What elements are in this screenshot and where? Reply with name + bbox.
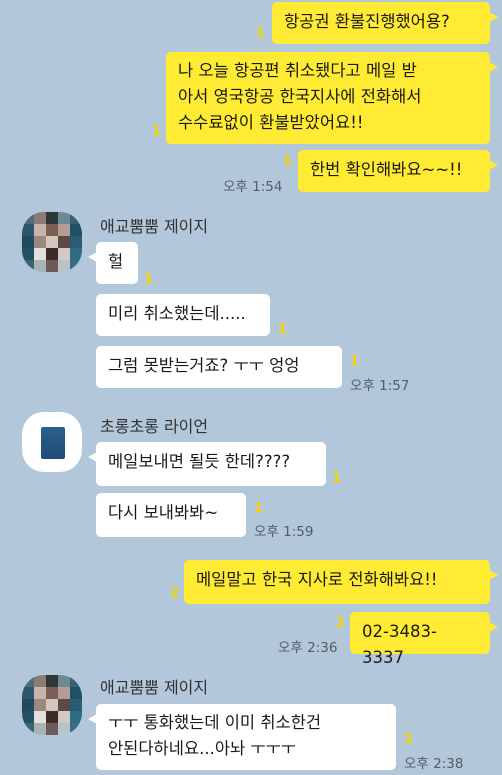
their-message-bubble[interactable]: 헐 xyxy=(88,242,138,284)
unread-count: 1 xyxy=(256,26,266,41)
unread-count: 2 xyxy=(336,616,346,631)
unread-count: 2 xyxy=(404,732,414,747)
unread-count: 1 xyxy=(144,272,154,287)
their-message-bubble[interactable]: 그럼 못받는거죠? ㅜㅜ 엉엉 xyxy=(96,346,342,388)
my-message-bubble[interactable]: 나 오늘 항공편 취소됐다고 메일 받 아서 영국항공 한국지사에 전화해서 수… xyxy=(166,52,498,144)
avatar-image xyxy=(41,427,65,459)
message-time: 오후 2:38 xyxy=(404,756,464,772)
unread-count: 1 xyxy=(278,322,288,337)
unread-count: 1 xyxy=(152,124,162,139)
message-time: 오후 1:54 xyxy=(223,179,283,195)
my-message-bubble[interactable]: 한번 확인해봐요~~!! xyxy=(298,150,498,192)
unread-count: 1 xyxy=(254,501,264,516)
message-time: 오후 1:59 xyxy=(254,524,314,540)
profile-avatar[interactable] xyxy=(22,412,82,472)
my-message-bubble[interactable]: 항공권 환불진행했어용? xyxy=(272,2,498,44)
message-time: 오후 2:36 xyxy=(278,640,338,656)
my-message-bubble[interactable]: 메일말고 한국 지사로 전화해봐요!! xyxy=(184,560,498,604)
sender-name: 초롱초롱 라이언 xyxy=(100,417,209,436)
their-message-bubble[interactable]: 미리 취소했는데..... xyxy=(96,294,270,336)
unread-count: 2 xyxy=(170,586,180,601)
their-message-bubble[interactable]: 메일보내면 될듯 한데???? xyxy=(88,442,326,486)
sender-name: 애교뿜뿜 제이지 xyxy=(100,678,209,697)
unread-count: 1 xyxy=(332,471,342,486)
their-message-bubble[interactable]: 다시 보내봐봐~ xyxy=(96,493,246,537)
unread-count: 1 xyxy=(350,354,360,369)
my-message-bubble[interactable]: 02-3483-3337 xyxy=(350,612,498,667)
sender-name: 애교뿜뿜 제이지 xyxy=(100,217,209,236)
their-message-bubble[interactable]: ㅜㅜ 통화했는데 이미 취소한건 안된다하네요...아놔 ㅜㅜㅜ xyxy=(88,704,396,770)
unread-count: 1 xyxy=(283,154,293,169)
message-time: 오후 1:57 xyxy=(350,378,410,394)
profile-avatar[interactable] xyxy=(22,212,82,272)
profile-avatar[interactable] xyxy=(22,675,82,735)
